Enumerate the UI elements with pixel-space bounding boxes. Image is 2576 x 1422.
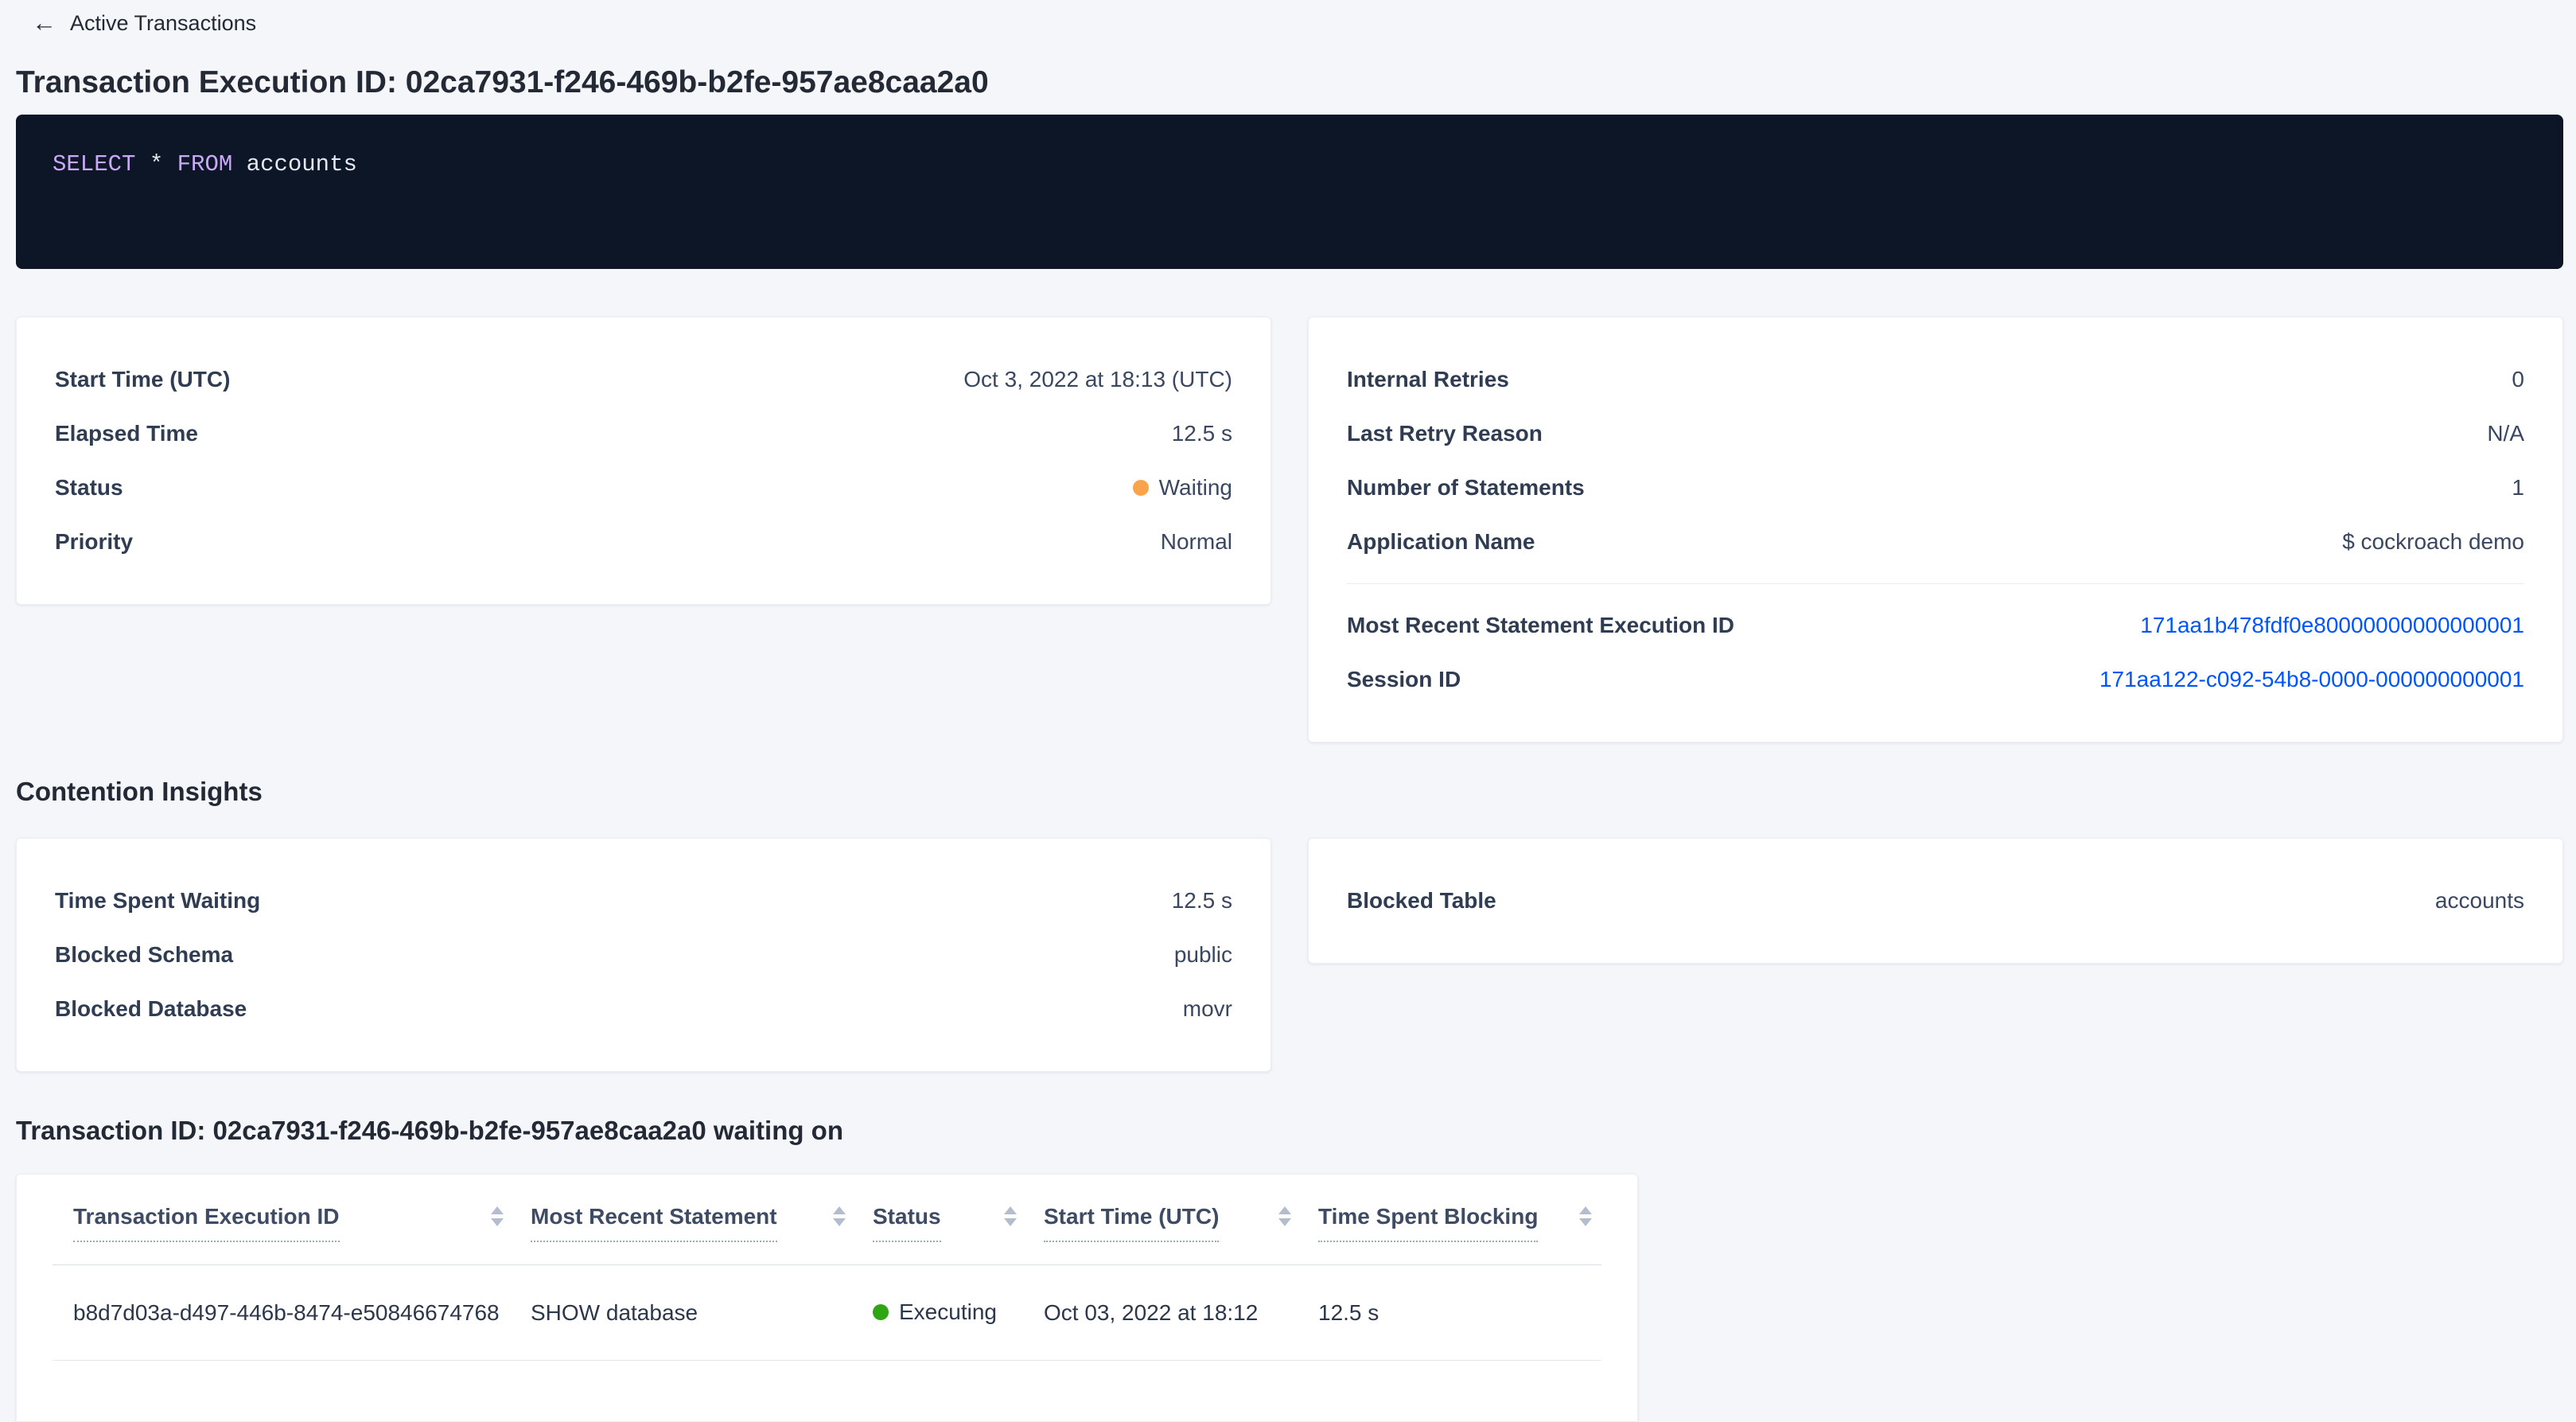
info-label: Application Name [1347, 529, 1535, 555]
sql-text: accounts [232, 151, 357, 177]
info-label: Start Time (UTC) [55, 367, 230, 392]
sort-icon [833, 1203, 846, 1226]
status-text: Executing [899, 1299, 997, 1325]
info-value: accounts [2435, 888, 2524, 914]
card-divider [1347, 583, 2524, 584]
info-label: Number of Statements [1347, 475, 1585, 501]
contention-cards-row: Time Spent Waiting 12.5 s Blocked Schema… [16, 838, 2563, 1072]
info-value: $ cockroach demo [2342, 529, 2524, 555]
sort-icon [1579, 1203, 1592, 1226]
info-label: Blocked Database [55, 996, 247, 1022]
info-row-blocked-schema: Blocked Schema public [55, 928, 1232, 982]
column-header-label: Most Recent Statement [531, 1203, 777, 1242]
info-value: 12.5 s [1172, 888, 1232, 914]
transaction-details-page: ← Active Transactions Transaction Execut… [0, 0, 2576, 1422]
column-header-label: Status [873, 1203, 941, 1242]
info-row-status: Status Waiting [55, 461, 1232, 515]
contention-left-card: Time Spent Waiting 12.5 s Blocked Schema… [16, 838, 1271, 1072]
column-header-label: Start Time (UTC) [1044, 1203, 1219, 1242]
info-row-last-retry-reason: Last Retry Reason N/A [1347, 407, 2524, 461]
waiting-on-table: Transaction Execution ID Most Recent Sta… [16, 1174, 1638, 1422]
cell-time-spent-blocking: 12.5 s [1318, 1300, 1601, 1326]
info-row-blocked-database: Blocked Database movr [55, 982, 1232, 1036]
sort-icon [1004, 1203, 1017, 1226]
sql-statement-box: SELECT * FROM accounts [16, 115, 2563, 269]
info-label: Internal Retries [1347, 367, 1509, 392]
arrow-left-icon: ← [32, 10, 56, 37]
info-row-start-time: Start Time (UTC) Oct 3, 2022 at 18:13 (U… [55, 353, 1232, 407]
status-badge: Waiting [1133, 475, 1232, 501]
info-label: Elapsed Time [55, 421, 198, 446]
cell-most-recent-statement: SHOW database [531, 1300, 873, 1326]
info-label: Blocked Schema [55, 942, 233, 968]
info-value: 12.5 s [1172, 421, 1232, 446]
column-header-transaction-execution-id[interactable]: Transaction Execution ID [73, 1203, 531, 1264]
breadcrumb-label: Active Transactions [70, 10, 256, 37]
session-id-link[interactable]: 171aa122-c092-54b8-0000-000000000001 [2099, 667, 2524, 692]
table-row: b8d7d03a-d497-446b-8474-e50846674768 SHO… [53, 1265, 1601, 1361]
sort-icon [1278, 1203, 1291, 1226]
column-header-time-spent-blocking[interactable]: Time Spent Blocking [1318, 1203, 1601, 1264]
info-label: Time Spent Waiting [55, 888, 260, 914]
info-value: Normal [1161, 529, 1232, 555]
info-row-priority: Priority Normal [55, 515, 1232, 569]
table-header-row: Transaction Execution ID Most Recent Sta… [53, 1203, 1601, 1265]
page-title: Transaction Execution ID: 02ca7931-f246-… [16, 67, 2563, 99]
info-label: Session ID [1347, 667, 1461, 692]
info-row-elapsed-time: Elapsed Time 12.5 s [55, 407, 1232, 461]
info-value: 1 [2512, 475, 2524, 501]
status-text: Waiting [1159, 475, 1232, 501]
info-value: Oct 3, 2022 at 18:13 (UTC) [963, 367, 1232, 392]
breadcrumb-back-link[interactable]: ← Active Transactions [32, 10, 256, 37]
info-value: movr [1183, 996, 1232, 1022]
status-executing-dot-icon [873, 1304, 889, 1320]
overview-left-card: Start Time (UTC) Oct 3, 2022 at 18:13 (U… [16, 317, 1271, 605]
status-waiting-dot-icon [1133, 480, 1149, 496]
contention-insights-heading: Contention Insights [16, 776, 2563, 808]
column-header-most-recent-statement[interactable]: Most Recent Statement [531, 1203, 873, 1264]
column-header-label: Transaction Execution ID [73, 1203, 340, 1242]
column-header-status[interactable]: Status [873, 1203, 1044, 1264]
statement-execution-id-link[interactable]: 171aa1b478fdf0e80000000000000001 [2140, 613, 2524, 638]
info-row-number-of-statements: Number of Statements 1 [1347, 461, 2524, 515]
info-row-blocked-table: Blocked Table accounts [1347, 874, 2524, 928]
info-label: Most Recent Statement Execution ID [1347, 613, 1734, 638]
cell-transaction-execution-id: b8d7d03a-d497-446b-8474-e50846674768 [73, 1300, 531, 1326]
info-row-internal-retries: Internal Retries 0 [1347, 353, 2524, 407]
contention-right-card: Blocked Table accounts [1308, 838, 2563, 964]
sql-keyword: FROM [177, 151, 233, 177]
info-label: Last Retry Reason [1347, 421, 1543, 446]
overview-right-card: Internal Retries 0 Last Retry Reason N/A… [1308, 317, 2563, 742]
info-row-application-name: Application Name $ cockroach demo [1347, 515, 2524, 569]
info-value: public [1174, 942, 1232, 968]
waiting-on-heading: Transaction ID: 02ca7931-f246-469b-b2fe-… [16, 1115, 2563, 1147]
info-row-session-id: Session ID 171aa122-c092-54b8-0000-00000… [1347, 653, 2524, 707]
info-row-time-spent-waiting: Time Spent Waiting 12.5 s [55, 874, 1232, 928]
overview-cards-row: Start Time (UTC) Oct 3, 2022 at 18:13 (U… [16, 317, 2563, 742]
info-value: N/A [2487, 421, 2524, 446]
info-label: Status [55, 475, 123, 501]
column-header-start-time[interactable]: Start Time (UTC) [1044, 1203, 1318, 1264]
info-value: 0 [2512, 367, 2524, 392]
cell-status: Executing [873, 1299, 1044, 1326]
sql-keyword: SELECT [53, 151, 135, 177]
info-label: Priority [55, 529, 133, 555]
info-label: Blocked Table [1347, 888, 1496, 914]
info-row-most-recent-statement-execution-id: Most Recent Statement Execution ID 171aa… [1347, 598, 2524, 653]
sql-text: * [135, 151, 177, 177]
column-header-label: Time Spent Blocking [1318, 1203, 1538, 1242]
cell-start-time: Oct 03, 2022 at 18:12 [1044, 1300, 1318, 1326]
sort-icon [491, 1203, 504, 1226]
